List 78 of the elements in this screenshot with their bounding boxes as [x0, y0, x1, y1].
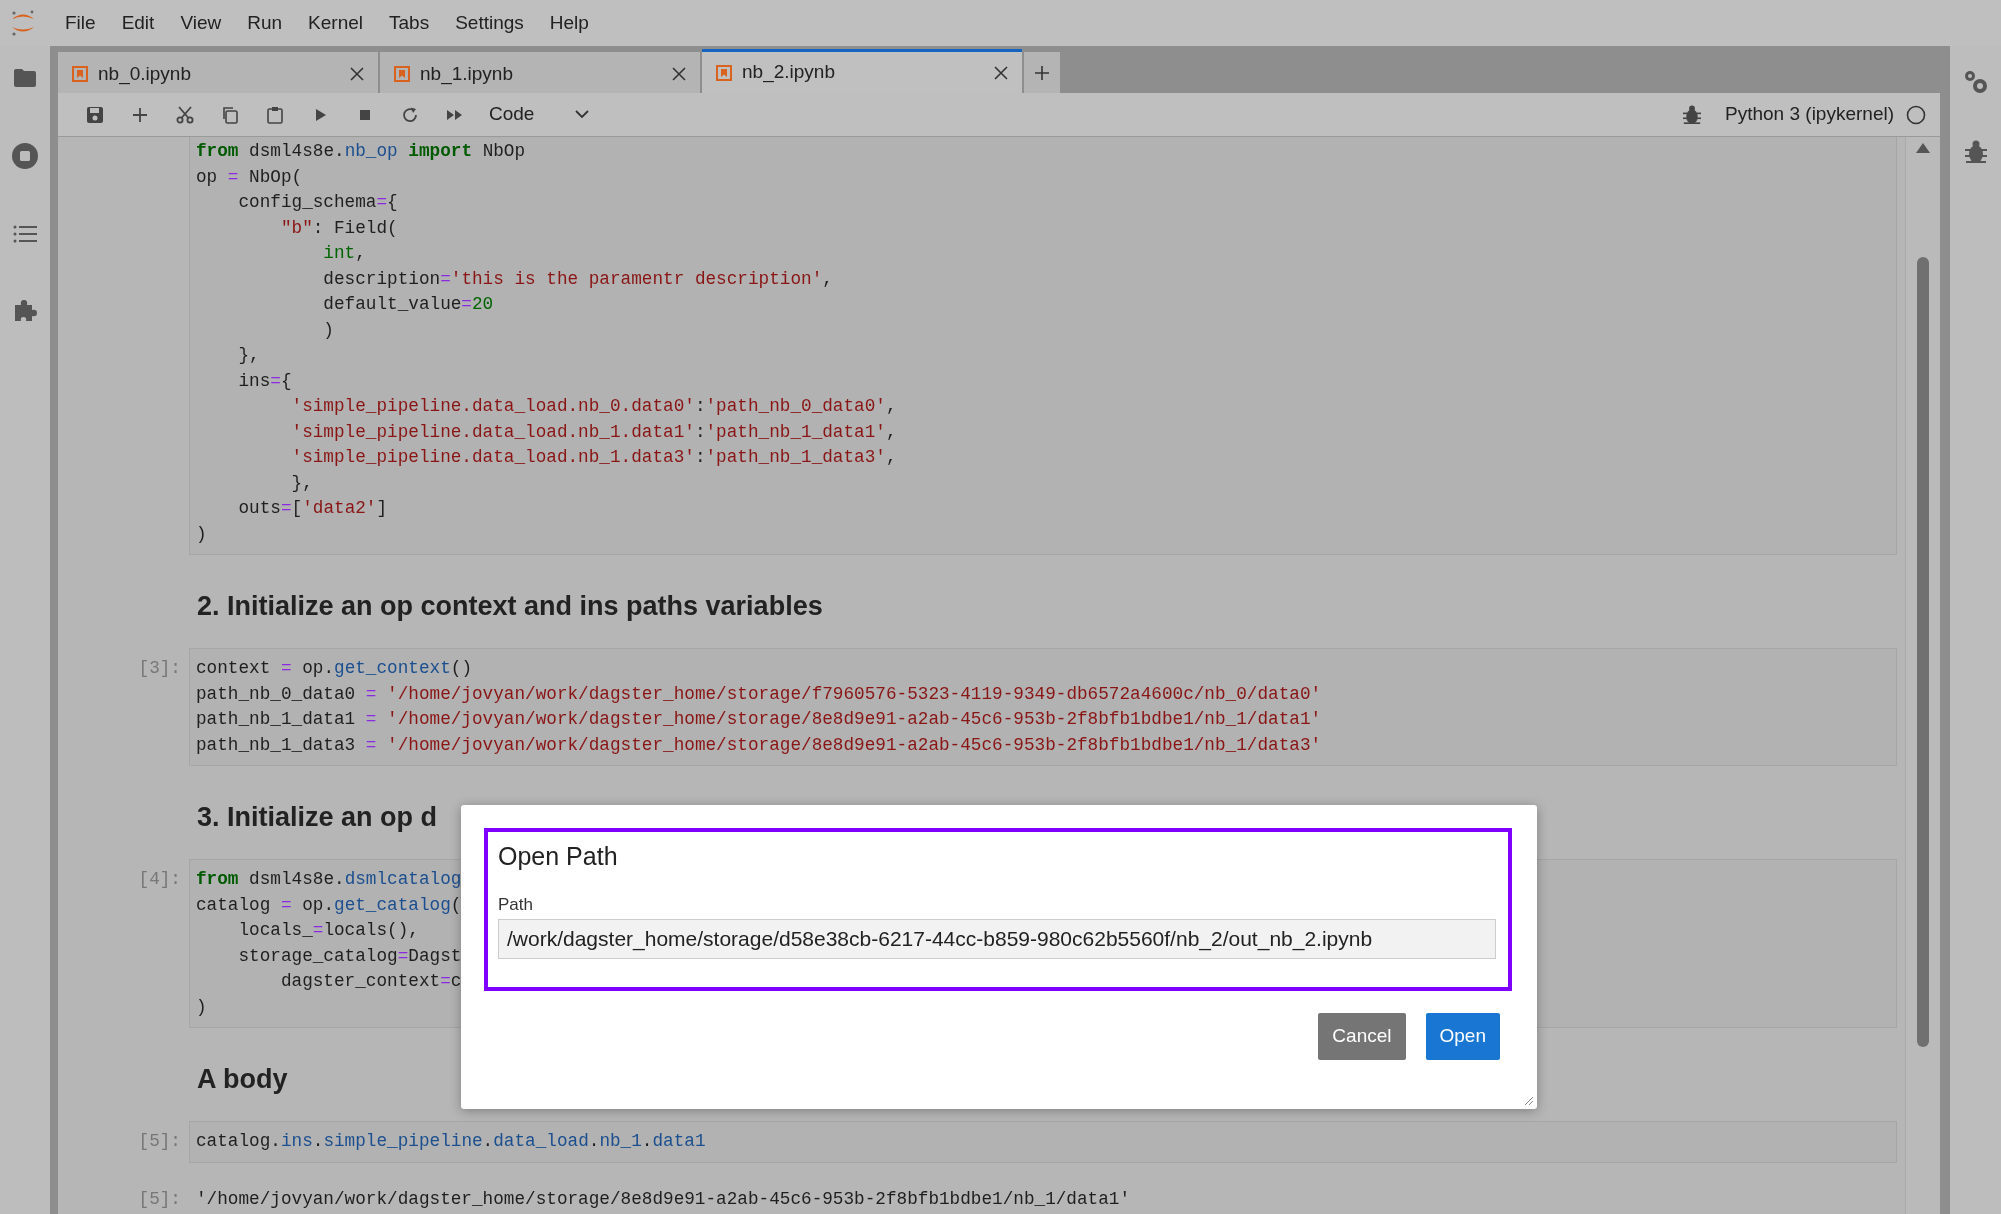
open-button[interactable]: Open [1425, 1013, 1500, 1060]
menu-item[interactable]: Settings [442, 8, 537, 38]
chevron-down-icon [575, 110, 589, 119]
code-line: outs=['data2'] [237, 497, 388, 520]
heading: 3. Initialize an op d [197, 801, 439, 834]
code-line: catalog = op.get_catalog( [196, 893, 462, 917]
menu-item[interactable]: View [167, 8, 235, 38]
menu-item[interactable]: Tabs [376, 8, 443, 38]
prompt: [5]: [137, 1130, 182, 1153]
notebook-icon [394, 66, 410, 82]
cell-type-dropdown[interactable]: Code [477, 100, 597, 129]
code-line: op = NbOp( [196, 165, 303, 189]
field-label: Path [498, 893, 534, 916]
code-cell[interactable]: catalog.ins.simple_pipeline.data_load.nb_1.data1 [189, 1121, 1897, 1163]
prompt: [5]: [137, 1187, 182, 1211]
menu-item[interactable]: Edit [108, 8, 168, 38]
menu-item[interactable]: Kernel [295, 8, 376, 38]
code-line: locals_=locals(), [237, 919, 419, 942]
menu-item[interactable]: File [52, 8, 109, 38]
code-line: ) [196, 522, 207, 546]
list-icon[interactable] [13, 224, 37, 244]
notebook-icon [72, 66, 88, 82]
prompt: [3]: [137, 657, 182, 680]
close-icon[interactable] [350, 67, 364, 81]
heading: 2. Initialize an op context and ins paths variables [197, 590, 824, 623]
resize-grip-icon[interactable] [1524, 1096, 1534, 1106]
menu-item[interactable]: Help [536, 8, 602, 38]
code-line: 'simple_pipeline.data_load.nb_1.data3':'path_nb_1_data3', [290, 446, 897, 469]
code-line: path_nb_1_data3 = '/home/jovyan/work/dagster_home/storage/8e8d9e91-a2ab-45c6-953b-2f8bfb1bdbe1/nb_1/data3' [196, 733, 1322, 757]
clipboard-icon[interactable] [265, 105, 284, 124]
code-line: context = op.get_context() [196, 657, 472, 680]
code-line: catalog.ins.simple_pipeline.data_load.nb_1.data1 [196, 1130, 706, 1153]
code-cell[interactable] [189, 137, 1897, 555]
cancel-button[interactable]: Cancel [1318, 1013, 1406, 1060]
folder-icon[interactable] [13, 68, 37, 88]
code-line: ins={ [237, 369, 292, 393]
notebook-icon [716, 64, 732, 81]
code-line: config_schema={ [237, 191, 398, 214]
stop-circle-icon[interactable] [11, 142, 39, 170]
code-line: ) [196, 995, 207, 1019]
scissors-icon[interactable] [175, 105, 194, 124]
tab[interactable]: nb_1.ipynb [380, 52, 700, 93]
code-line: path_nb_1_data1 = '/home/jovyan/work/dagster_home/storage/8e8d9e91-a2ab-45c6-953b-2f8bfb1bdbe1/nb_1/data1' [196, 708, 1322, 731]
code-line: default_value=20 [322, 293, 494, 316]
code-line: 'simple_pipeline.data_load.nb_1.data1':'path_nb_1_data1', [290, 420, 897, 444]
code-line: path_nb_0_data0 = '/home/jovyan/work/dagster_home/storage/f7960576-5323-4119-9349-db6572a4600c/nb_0/data0' [196, 682, 1322, 706]
output-text: '/home/jovyan/work/dagster_home/storage/8e8d9e91-a2ab-45c6-953b-2f8bfb1bdbe1/nb_1/data1' [196, 1187, 1131, 1211]
heading: A body [197, 1063, 289, 1096]
code-line: }, [237, 344, 260, 367]
code-line: dagster_context=c [279, 970, 462, 993]
close-icon[interactable] [994, 65, 1008, 80]
code-line: }, [290, 471, 313, 495]
code-line: ) [322, 318, 334, 342]
prompt: [4]: [137, 868, 182, 891]
kernel-name[interactable]: Python 3 (ipykernel) [1725, 100, 1894, 129]
plus-icon[interactable] [130, 105, 149, 124]
bug-icon[interactable] [1683, 104, 1702, 125]
code-line: int, [322, 242, 366, 265]
code-line: storage_catalog=Dagst [237, 944, 462, 968]
dialog-title: Open Path [498, 841, 619, 872]
refresh-icon[interactable] [400, 105, 419, 124]
scroll-up-icon[interactable] [1916, 143, 1930, 153]
tab[interactable]: nb_0.ipynb [58, 52, 378, 93]
close-icon[interactable] [672, 67, 686, 81]
scrollbar-thumb[interactable] [1917, 257, 1929, 1047]
path-field[interactable]: /work/dagster_home/storage/d58e38cb-6217-44cc-b859-980c62b5560f/nb_2/out_nb_2.ipynb [498, 919, 1496, 959]
code-line: 'simple_pipeline.data_load.nb_0.data0':'path_nb_0_data0', [290, 395, 897, 418]
plus-icon[interactable] [1034, 64, 1050, 81]
save-icon[interactable] [85, 105, 104, 124]
puzzle-icon[interactable] [13, 298, 37, 322]
code-line: from dsml4s8e.nb_op import NbOp [196, 140, 526, 163]
menu-item[interactable]: Run [234, 8, 296, 38]
code-line: from dsml4s8e.dsmlcatalog [196, 868, 462, 891]
copy-icon[interactable] [220, 105, 239, 124]
code-line: description='this is the paramentr description', [322, 267, 833, 291]
tab[interactable]: nb_2.ipynb [702, 49, 1022, 93]
bug-icon[interactable] [1964, 140, 1987, 164]
code-line: "b": Field( [279, 216, 398, 240]
